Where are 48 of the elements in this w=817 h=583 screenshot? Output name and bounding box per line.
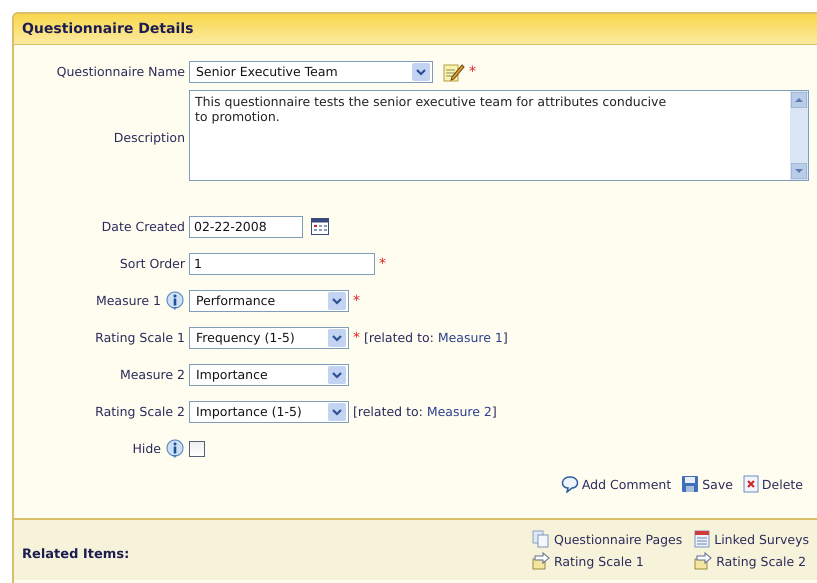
required-marker: * (379, 256, 386, 272)
related-note: [related to: Measure 1] (364, 330, 508, 345)
arrow-folder-icon[interactable] (532, 552, 550, 570)
linked-surveys-link[interactable]: Linked Surveys (694, 530, 809, 548)
calendar-icon[interactable] (311, 218, 329, 235)
delete-icon[interactable] (742, 475, 759, 493)
text-field[interactable]: 1 (189, 252, 375, 274)
dropdown[interactable]: Importance (189, 364, 349, 386)
dropdown[interactable]: Frequency (1-5) (189, 326, 349, 348)
rating-scale-link[interactable]: Rating Scale 2 (694, 552, 809, 570)
panel-title: Questionnaire Details (22, 21, 194, 37)
speech-bubble-icon[interactable] (560, 475, 579, 493)
required-marker: * (353, 292, 360, 308)
measure-link[interactable]: Measure 2 (426, 404, 492, 419)
field-label: Rating Scale 2 (95, 404, 185, 419)
related-note: [related to: Measure 2] (353, 404, 497, 419)
scroll-down-icon[interactable] (791, 163, 807, 179)
field-label: Date Created (102, 219, 185, 234)
scrollbar[interactable] (790, 91, 808, 180)
date-field[interactable]: 02-22-2008 (189, 216, 303, 238)
field-label: Questionnaire Name (56, 64, 185, 79)
info-icon[interactable] (165, 290, 185, 310)
delete-link[interactable]: Delete (742, 475, 803, 493)
section-heading: Related Items: (22, 546, 130, 562)
pages-icon[interactable] (532, 530, 550, 548)
field-label: Measure 1 (96, 293, 161, 308)
measure-link[interactable]: Measure 1 (438, 330, 503, 345)
dropdown[interactable]: Importance (1-5) (189, 400, 349, 422)
field-label: Description (114, 130, 185, 145)
field-label: Rating Scale 1 (95, 330, 185, 345)
field-label: Hide (132, 441, 161, 456)
field-label: Sort Order (120, 256, 185, 271)
info-icon[interactable] (165, 438, 185, 458)
field-label: Measure 2 (120, 367, 185, 382)
required-marker: * (353, 330, 360, 346)
dropdown[interactable]: Performance (189, 290, 349, 312)
description-field[interactable]: This questionnaire tests the senior executive team for attributes conducive to promotion. (189, 90, 809, 181)
questionnaire-pages-link[interactable]: Questionnaire Pages (532, 530, 682, 548)
scroll-up-icon[interactable] (791, 92, 807, 108)
rating-scale-link[interactable]: Rating Scale 1 (532, 552, 682, 570)
save-link[interactable]: Save (681, 475, 733, 493)
add-comment-link[interactable]: Add Comment (560, 475, 672, 493)
notepad-pencil-icon[interactable] (443, 62, 465, 82)
list-document-icon[interactable] (694, 530, 710, 548)
checkbox[interactable] (189, 440, 205, 456)
required-marker: * (469, 64, 476, 80)
arrow-folder-icon[interactable] (694, 552, 712, 570)
dropdown[interactable]: Senior Executive Team (189, 60, 433, 82)
